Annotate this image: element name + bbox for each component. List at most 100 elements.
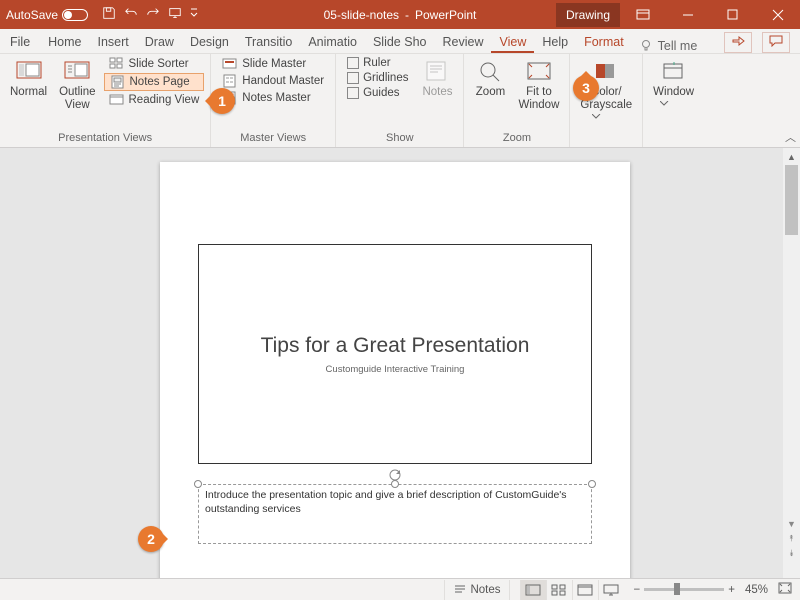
outline-view-button[interactable]: Outline View: [55, 56, 99, 112]
callout-1: 1: [209, 88, 235, 114]
zoom-out-icon[interactable]: −: [634, 584, 641, 596]
notes-text: Introduce the presentation topic and giv…: [205, 489, 567, 515]
fit-window-icon: [525, 60, 553, 84]
tell-me-search[interactable]: Tell me: [640, 39, 698, 53]
group-label-presentation-views: Presentation Views: [6, 132, 204, 147]
tab-format[interactable]: Format: [576, 31, 632, 53]
callout-3: 3: [573, 75, 599, 101]
tab-animations[interactable]: Animatio: [300, 31, 365, 53]
autosave-toggle[interactable]: AutoSave: [6, 8, 88, 22]
slide-sorter-icon: [109, 57, 125, 71]
ribbon-tabs: File Home Insert Draw Design Transitio A…: [0, 29, 800, 54]
app-name: PowerPoint: [415, 8, 476, 22]
normal-view-icon: [15, 60, 43, 84]
group-label-zoom: Zoom: [470, 132, 563, 147]
autosave-label: AutoSave: [6, 8, 58, 22]
tab-draw[interactable]: Draw: [137, 31, 182, 53]
tab-design[interactable]: Design: [182, 31, 237, 53]
ruler-checkbox[interactable]: Ruler: [342, 56, 413, 70]
tab-slideshow[interactable]: Slide Sho: [365, 31, 435, 53]
selection-handle-icon[interactable]: [391, 480, 399, 488]
window-button[interactable]: Window: [649, 56, 698, 125]
mode-badge: Drawing: [556, 3, 620, 27]
document-area: Tips for a Great Presentation Customguid…: [0, 148, 800, 578]
tell-me-label: Tell me: [658, 39, 698, 53]
fit-to-window-status-icon[interactable]: [778, 582, 792, 597]
outline-view-icon: [63, 60, 91, 84]
zoom-thumb[interactable]: [674, 583, 680, 595]
autosave-switch-icon: [62, 9, 88, 21]
zoom-in-icon[interactable]: +: [728, 584, 735, 596]
tab-review[interactable]: Review: [434, 31, 491, 53]
selection-handle-icon[interactable]: [588, 480, 596, 488]
callout-2: 2: [138, 526, 164, 552]
scroll-down-icon[interactable]: ▼: [783, 516, 800, 531]
handout-master-button[interactable]: Handout Master: [217, 73, 329, 89]
scroll-thumb[interactable]: [785, 165, 798, 235]
document-name: 05-slide-notes: [324, 8, 399, 22]
slide-sorter-button[interactable]: Slide Sorter: [104, 56, 205, 72]
statusbar: Notes − + 45%: [0, 578, 800, 600]
group-show: Ruler Gridlines Guides Notes Show: [336, 54, 464, 147]
group-window: Window: [643, 54, 704, 147]
start-slideshow-icon[interactable]: [168, 6, 182, 23]
lightbulb-icon: [640, 39, 654, 53]
group-label-master-views: Master Views: [217, 132, 329, 147]
slide-master-icon: [222, 57, 238, 71]
chevron-down-icon: [592, 114, 620, 138]
notes-page-button[interactable]: Notes Page: [104, 73, 205, 91]
checkbox-icon: [347, 87, 359, 99]
slide-sorter-status-button[interactable]: [546, 580, 572, 600]
reading-view-button[interactable]: Reading View: [104, 92, 205, 108]
collapse-ribbon-icon[interactable]: ︿: [785, 129, 796, 145]
minimize-button[interactable]: [665, 0, 710, 29]
comments-icon[interactable]: [762, 32, 790, 53]
normal-view-status-button[interactable]: [520, 580, 546, 600]
undo-icon[interactable]: [124, 6, 138, 23]
ribbon: Normal Outline View Slide Sorter Notes P…: [0, 54, 800, 148]
prev-slide-icon[interactable]: ⯭: [783, 531, 800, 546]
tab-help[interactable]: Help: [534, 31, 576, 53]
notes-toggle-icon: [453, 584, 467, 596]
save-icon[interactable]: [102, 6, 116, 23]
normal-view-button[interactable]: Normal: [6, 56, 51, 99]
share-icon[interactable]: [724, 32, 752, 53]
window-icon: [660, 60, 688, 84]
maximize-button[interactable]: [710, 0, 755, 29]
redo-icon[interactable]: [146, 6, 160, 23]
guides-checkbox[interactable]: Guides: [342, 86, 413, 100]
ribbon-display-icon[interactable]: [620, 0, 665, 29]
tab-file[interactable]: File: [0, 31, 40, 53]
close-button[interactable]: [755, 0, 800, 29]
zoom-icon: [476, 60, 504, 84]
zoom-track[interactable]: [644, 588, 724, 591]
scroll-up-icon[interactable]: ▲: [783, 148, 800, 165]
vertical-scrollbar[interactable]: ▲ ▼ ⯭ ⯯: [783, 148, 800, 578]
slide-thumbnail[interactable]: Tips for a Great Presentation Customguid…: [198, 244, 592, 464]
notes-page-icon: [110, 75, 126, 89]
zoom-slider[interactable]: − +: [634, 584, 735, 596]
notes-page[interactable]: Tips for a Great Presentation Customguid…: [160, 162, 630, 578]
checkbox-icon: [347, 72, 359, 84]
slide-master-button[interactable]: Slide Master: [217, 56, 329, 72]
selection-handle-icon[interactable]: [194, 480, 202, 488]
gridlines-checkbox[interactable]: Gridlines: [342, 71, 413, 85]
reading-view-status-button[interactable]: [572, 580, 598, 600]
tab-transitions[interactable]: Transitio: [237, 31, 300, 53]
reading-view-icon: [109, 93, 125, 107]
slideshow-status-button[interactable]: [598, 580, 624, 600]
next-slide-icon[interactable]: ⯯: [783, 546, 800, 561]
notes-toggle-button[interactable]: Notes: [444, 580, 509, 600]
tab-insert[interactable]: Insert: [90, 31, 137, 53]
tab-home[interactable]: Home: [40, 31, 89, 53]
zoom-button[interactable]: Zoom: [470, 56, 510, 99]
slide-subtitle: Customguide Interactive Training: [326, 364, 465, 375]
tab-view[interactable]: View: [491, 31, 534, 53]
slide-title: Tips for a Great Presentation: [261, 334, 530, 358]
fit-to-window-button[interactable]: Fit to Window: [514, 56, 563, 112]
checkbox-icon: [347, 57, 359, 69]
notes-textbox[interactable]: Introduce the presentation topic and giv…: [198, 484, 592, 544]
zoom-percent[interactable]: 45%: [745, 584, 768, 596]
notes-pane-button[interactable]: Notes: [417, 56, 457, 99]
qat-dropdown-icon[interactable]: [190, 6, 198, 23]
